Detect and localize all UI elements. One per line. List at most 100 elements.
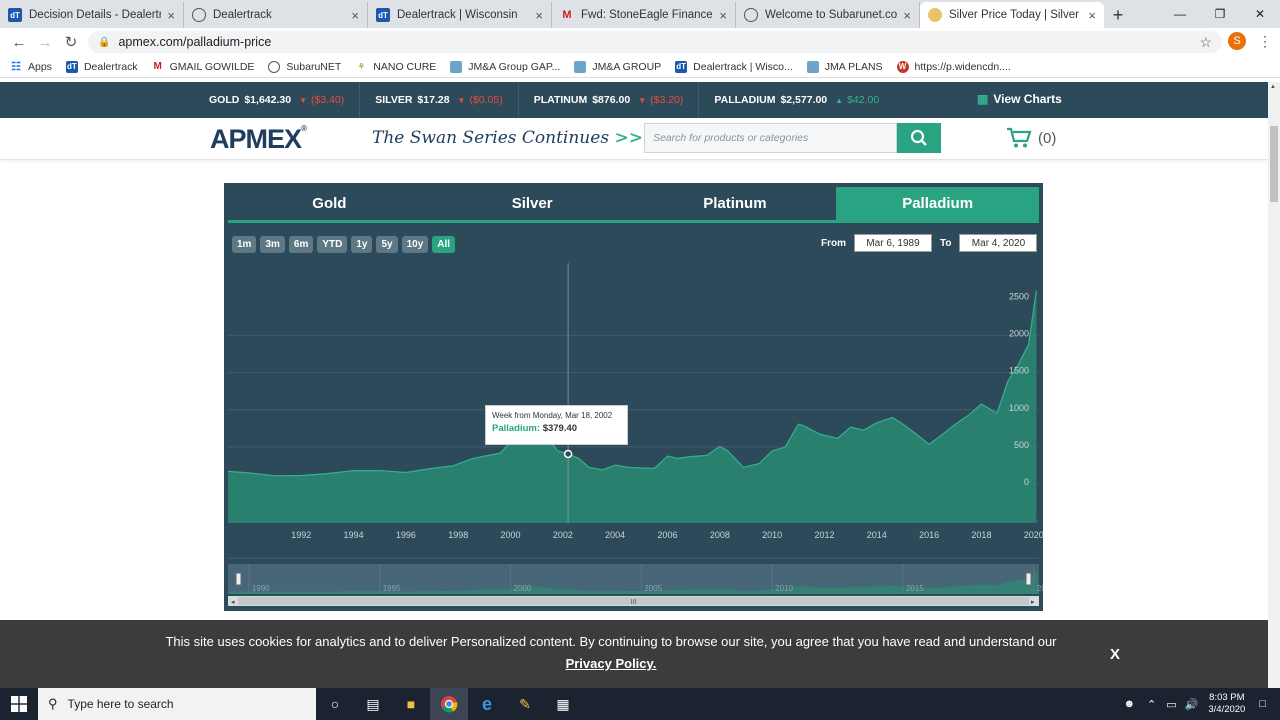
tab-silver[interactable]: Silver xyxy=(431,187,634,220)
browser-tab[interactable]: Silver Price Today | Silver Spot × xyxy=(920,2,1104,28)
restore-icon[interactable]: ❐ xyxy=(1200,0,1240,28)
ticker-platinum[interactable]: PLATINUM $876.00 ▼ ($3.20) xyxy=(519,82,700,118)
range-button-1m[interactable]: 1m xyxy=(232,236,257,253)
taskbar-search-placeholder: Type here to search xyxy=(67,697,174,711)
ticker-silver[interactable]: SILVER $17.28 ▼ ($0.05) xyxy=(360,82,519,118)
to-date-input[interactable]: Mar 4, 2020 xyxy=(959,234,1038,252)
cart-button[interactable]: (0) xyxy=(1006,127,1056,149)
bookmark-item[interactable]: dT Dealertrack xyxy=(65,60,138,73)
x-tick-label: 1998 xyxy=(448,530,468,540)
from-date-input[interactable]: Mar 6, 1989 xyxy=(854,234,932,252)
privacy-policy-link[interactable]: Privacy Policy. xyxy=(0,656,1222,671)
search-button[interactable] xyxy=(897,123,941,153)
x-tick-label: 2000 xyxy=(501,530,521,540)
navigator-right-handle[interactable] xyxy=(1025,572,1032,586)
pen-app-icon[interactable]: ✎ xyxy=(506,688,544,720)
range-button-10y[interactable]: 10y xyxy=(401,236,429,253)
minimize-icon[interactable]: — xyxy=(1160,0,1200,28)
bookmark-item[interactable]: dT Dealertrack | Wisco... xyxy=(675,60,793,73)
range-button-all[interactable]: All xyxy=(432,236,456,253)
y-tick-label: 1000 xyxy=(1009,403,1029,413)
bookmark-item[interactable]: ⚘ NANO CURE xyxy=(355,61,437,73)
tab-palladium[interactable]: Palladium xyxy=(836,187,1039,220)
range-button-6m[interactable]: 6m xyxy=(288,236,314,253)
bookmark-item[interactable]: Whttps://p.widencdn.... xyxy=(896,60,1011,73)
calculator-icon[interactable]: ▦ xyxy=(544,688,582,720)
palladium-price-chart[interactable]: 0 500 1000 1500 2000 2500 1992 1994 1996 1998 2000… xyxy=(224,261,1043,611)
navigator-left-handle[interactable] xyxy=(235,572,242,586)
grid-bookmark-icon: ☷ xyxy=(11,61,21,73)
taskbar-search-input[interactable]: ⚲ Type here to search xyxy=(38,688,316,720)
bookmark-item[interactable]: ☷ Apps xyxy=(10,60,52,74)
y-tick-label: 500 xyxy=(1014,440,1029,450)
scroll-up-icon[interactable]: ▲ xyxy=(1270,84,1276,90)
bookmark-item[interactable]: M GMAIL GOWILDE xyxy=(152,61,254,73)
doc-bookmark-icon xyxy=(806,60,819,73)
scroll-left-arrow[interactable]: ◂ xyxy=(231,599,235,606)
close-tab-icon[interactable]: × xyxy=(351,8,359,23)
scroll-right-arrow[interactable]: ▸ xyxy=(1031,599,1035,606)
people-icon[interactable]: ☻ xyxy=(1123,698,1135,710)
tab-gold[interactable]: Gold xyxy=(228,187,431,220)
triangle-up-icon: ▲ xyxy=(835,95,844,105)
bookmark-item[interactable]: JM&A GROUP xyxy=(574,60,661,73)
close-tab-icon[interactable]: × xyxy=(719,8,727,23)
bookmark-item[interactable]: JMA PLANS xyxy=(806,60,883,73)
chrome-icon[interactable] xyxy=(430,688,468,720)
tooltip-week: Week from Monday, Mar 18, 2002 xyxy=(492,411,613,420)
close-tab-icon[interactable]: × xyxy=(903,8,911,23)
cookie-close-button[interactable]: X xyxy=(1110,646,1120,663)
cortana-icon[interactable]: ○ xyxy=(316,688,354,720)
volume-icon[interactable]: 🔊 xyxy=(1185,698,1199,711)
x-tick-label: 2010 xyxy=(762,530,782,540)
page-scrollbar[interactable]: ▲ xyxy=(1268,82,1280,688)
clock[interactable]: 8:03 PM 3/4/2020 xyxy=(1208,692,1245,716)
range-button-3m[interactable]: 3m xyxy=(260,236,285,253)
ticker-gold[interactable]: GOLD $1,642.30 ▼ ($3.40) xyxy=(194,82,361,118)
chart-tooltip: Week from Monday, Mar 18, 2002 Palladium… xyxy=(485,405,628,445)
range-button-1y[interactable]: 1y xyxy=(351,236,373,253)
browser-tab[interactable]: Dealertrack × xyxy=(184,2,368,28)
bookmark-label: SubaruNET xyxy=(286,60,342,73)
new-tab-icon[interactable]: + xyxy=(1104,2,1132,28)
tray-chevron-icon[interactable]: ⌃ xyxy=(1147,698,1156,711)
close-window-icon[interactable]: ✕ xyxy=(1240,0,1280,28)
url-field[interactable]: 🔒 apmex.com/palladium-price ☆ xyxy=(88,31,1222,53)
task-view-icon[interactable]: ▤ xyxy=(354,688,392,720)
browser-tab[interactable]: M Fwd: StoneEagle Finance Mana × xyxy=(552,2,736,28)
hover-point-marker xyxy=(563,449,573,459)
notification-icon[interactable]: □ xyxy=(1259,698,1266,710)
x-tick-label: 1994 xyxy=(344,530,364,540)
browser-tab[interactable]: Welcome to Subarunet.com × xyxy=(736,2,920,28)
browser-tab[interactable]: dT Decision Details - Dealertrack × xyxy=(0,2,184,28)
range-button-ytd[interactable]: YTD xyxy=(317,236,348,253)
apmex-logo[interactable]: APMEX® xyxy=(210,124,307,155)
browser-tab[interactable]: dT Dealertrack | Wisconsin × xyxy=(368,2,552,28)
window-controls: — ❐ ✕ xyxy=(1160,0,1280,28)
file-explorer-icon[interactable]: ■ xyxy=(392,688,430,720)
promo-banner[interactable]: The Swan Series Continues >> xyxy=(372,128,643,148)
scrollbar-thumb[interactable] xyxy=(1270,126,1278,202)
bookmark-label: Apps xyxy=(28,60,52,73)
bookmark-star-icon[interactable]: ☆ xyxy=(1199,34,1212,51)
browser-menu-icon[interactable]: ⋮ xyxy=(1258,33,1272,50)
forward-icon[interactable]: → xyxy=(32,34,58,51)
close-tab-icon[interactable]: × xyxy=(1088,8,1096,23)
network-icon[interactable]: ▭ xyxy=(1166,698,1176,711)
close-tab-icon[interactable]: × xyxy=(167,8,175,23)
view-charts-link[interactable]: ▦ View Charts xyxy=(977,92,1062,106)
product-search-input[interactable]: Search for products or categories xyxy=(644,123,897,153)
tab-title: Silver Price Today | Silver Spot xyxy=(949,9,1082,21)
ticker-palladium[interactable]: PALLADIUM $2,577.00 ▲ $42.00 xyxy=(699,82,894,118)
x-tick-label: 2002 xyxy=(553,530,573,540)
back-icon[interactable]: ← xyxy=(6,34,32,51)
close-tab-icon[interactable]: × xyxy=(535,8,543,23)
range-button-5y[interactable]: 5y xyxy=(376,236,398,253)
bookmark-item[interactable]: JM&A Group GAP... xyxy=(450,60,560,73)
start-button[interactable] xyxy=(0,688,38,720)
bookmark-item[interactable]: SubaruNET xyxy=(268,60,342,73)
edge-icon[interactable]: e xyxy=(468,688,506,720)
reload-icon[interactable]: ↻ xyxy=(58,33,84,51)
tab-platinum[interactable]: Platinum xyxy=(634,187,837,220)
profile-avatar[interactable]: S xyxy=(1228,32,1246,50)
